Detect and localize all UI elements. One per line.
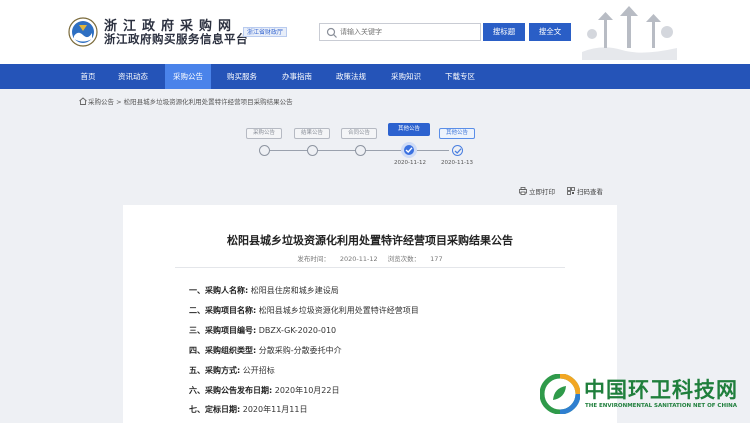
step-dot: [259, 145, 270, 156]
environmental-sanitation-logo-icon: [540, 374, 580, 414]
step-label-other[interactable]: 其他公告: [439, 128, 475, 139]
notice-meta: 发布时间： 2020-11-12 浏览次数： 177: [123, 253, 617, 263]
breadcrumb-separator: >: [116, 98, 122, 106]
view-count: 浏览次数： 177: [388, 255, 443, 263]
notice-item: 二、采购项目名称: 松阳县城乡垃圾资源化利用处置特许经营项目: [189, 305, 419, 316]
finance-dept-badge: 浙江省财政厅: [243, 27, 288, 37]
search-fulltext-button[interactable]: 搜全文: [529, 23, 571, 41]
divider: [175, 267, 565, 268]
item-number: 五、: [189, 366, 205, 375]
item-number: 六、: [189, 386, 205, 395]
notice-item: 六、采购公告发布日期: 2020年10月22日: [189, 385, 339, 396]
item-label: 定标日期:: [205, 405, 241, 414]
item-label: 采购方式:: [205, 366, 241, 375]
step-label-result[interactable]: 结果公告: [294, 128, 330, 139]
step-date-next: 2020-11-13: [441, 160, 473, 166]
site-header: 浙江政府采购网 浙江政府购买服务信息平台 浙江省财政厅 搜标题 搜全文: [0, 0, 750, 64]
search-title-button[interactable]: 搜标题: [483, 23, 525, 41]
scan-label: 扫码查看: [577, 188, 603, 196]
breadcrumb: 采购公告 > 松阳县城乡垃圾资源化利用处置特许经营项目采购结果公告: [79, 96, 293, 106]
notice-item: 七、定标日期: 2020年11月11日: [189, 404, 307, 415]
print-label: 立即打印: [529, 188, 555, 196]
breadcrumb-current: 松阳县城乡垃圾资源化利用处置特许经营项目采购结果公告: [123, 98, 293, 106]
notice-title: 松阳县城乡垃圾资源化利用处置特许经营项目采购结果公告: [227, 234, 513, 247]
step-label-procurement[interactable]: 采购公告: [246, 128, 282, 139]
nav-item-purchase-services[interactable]: 购买服务: [219, 64, 265, 89]
qr-code-icon: [567, 187, 575, 195]
publish-value: 2020-11-12: [339, 255, 378, 263]
scan-qr-button[interactable]: 扫码查看: [567, 186, 603, 196]
item-label: 采购组织类型:: [205, 346, 257, 355]
item-number: 一、: [189, 286, 205, 295]
notice-item: 一、采购人名称: 松阳县住房和城乡建设局: [189, 285, 339, 296]
item-number: 二、: [189, 306, 205, 315]
views-value: 177: [430, 255, 443, 263]
check-icon: [454, 147, 461, 154]
nav-item-guide[interactable]: 办事指南: [274, 64, 320, 89]
nav-item-regulations[interactable]: 政策法规: [328, 64, 374, 89]
zhejiang-emblem-icon: [68, 17, 98, 47]
home-icon: [79, 97, 87, 105]
notice-item: 五、采购方式: 公开招标: [189, 365, 275, 376]
printer-icon: [519, 187, 527, 195]
check-icon: [405, 147, 413, 153]
search-box: [319, 23, 481, 41]
pagoda-decoration-icon: [582, 6, 677, 60]
step-label-contract[interactable]: 合同公告: [341, 128, 377, 139]
item-value: 松阳县住房和城乡建设局: [250, 286, 339, 295]
watermark-title: 中国环卫科技网: [584, 378, 738, 402]
item-value: 公开招标: [242, 366, 275, 375]
nav-item-home[interactable]: 首页: [70, 64, 106, 89]
item-value: 松阳县城乡垃圾资源化利用处置特许经营项目: [258, 306, 419, 315]
site-subtitle: 浙江政府购买服务信息平台: [104, 32, 248, 46]
item-number: 三、: [189, 326, 205, 335]
step-dot: [355, 145, 366, 156]
nav-item-downloads[interactable]: 下载专区: [437, 64, 483, 89]
main-nav: 首页 资讯动态 采购公告 购买服务 办事指南 政策法规 采购知识 下载专区: [0, 64, 750, 89]
notice-item: 四、采购组织类型: 分散采购-分散委托中介: [189, 345, 342, 356]
item-label: 采购项目编号:: [205, 326, 257, 335]
views-label: 浏览次数：: [387, 255, 421, 263]
nav-item-knowledge[interactable]: 采购知识: [383, 64, 429, 89]
item-number: 七、: [189, 405, 205, 414]
item-label: 采购项目名称:: [205, 306, 257, 315]
search-icon: [326, 27, 337, 38]
step-label-other-current[interactable]: 其他公告: [388, 123, 430, 136]
publish-label: 发布时间：: [297, 255, 330, 263]
item-value: 2020年11月11日: [242, 405, 308, 414]
step-date-current: 2020-11-12: [394, 160, 426, 166]
publish-time: 发布时间： 2020-11-12: [297, 255, 377, 263]
watermark-subtitle: THE ENVIRONMENTAL SANITATION NET OF CHIN…: [585, 403, 737, 409]
breadcrumb-root[interactable]: 采购公告: [88, 98, 114, 106]
nav-item-news[interactable]: 资讯动态: [110, 64, 156, 89]
item-value: DBZX-GK-2020-010: [258, 326, 337, 335]
search-input[interactable]: [340, 24, 478, 40]
nav-item-procurement-notices[interactable]: 采购公告: [165, 64, 211, 89]
item-label: 采购公告发布日期:: [205, 386, 273, 395]
print-button[interactable]: 立即打印: [519, 186, 555, 196]
notice-item: 三、采购项目编号: DBZX-GK-2020-010: [189, 325, 336, 336]
item-number: 四、: [189, 346, 205, 355]
item-value: 2020年10月22日: [274, 386, 340, 395]
watermark: 中国环卫科技网 THE ENVIRONMENTAL SANITATION NET…: [540, 374, 750, 423]
step-dot: [307, 145, 318, 156]
item-value: 分散采购-分散委托中介: [258, 346, 342, 355]
item-label: 采购人名称:: [205, 286, 249, 295]
